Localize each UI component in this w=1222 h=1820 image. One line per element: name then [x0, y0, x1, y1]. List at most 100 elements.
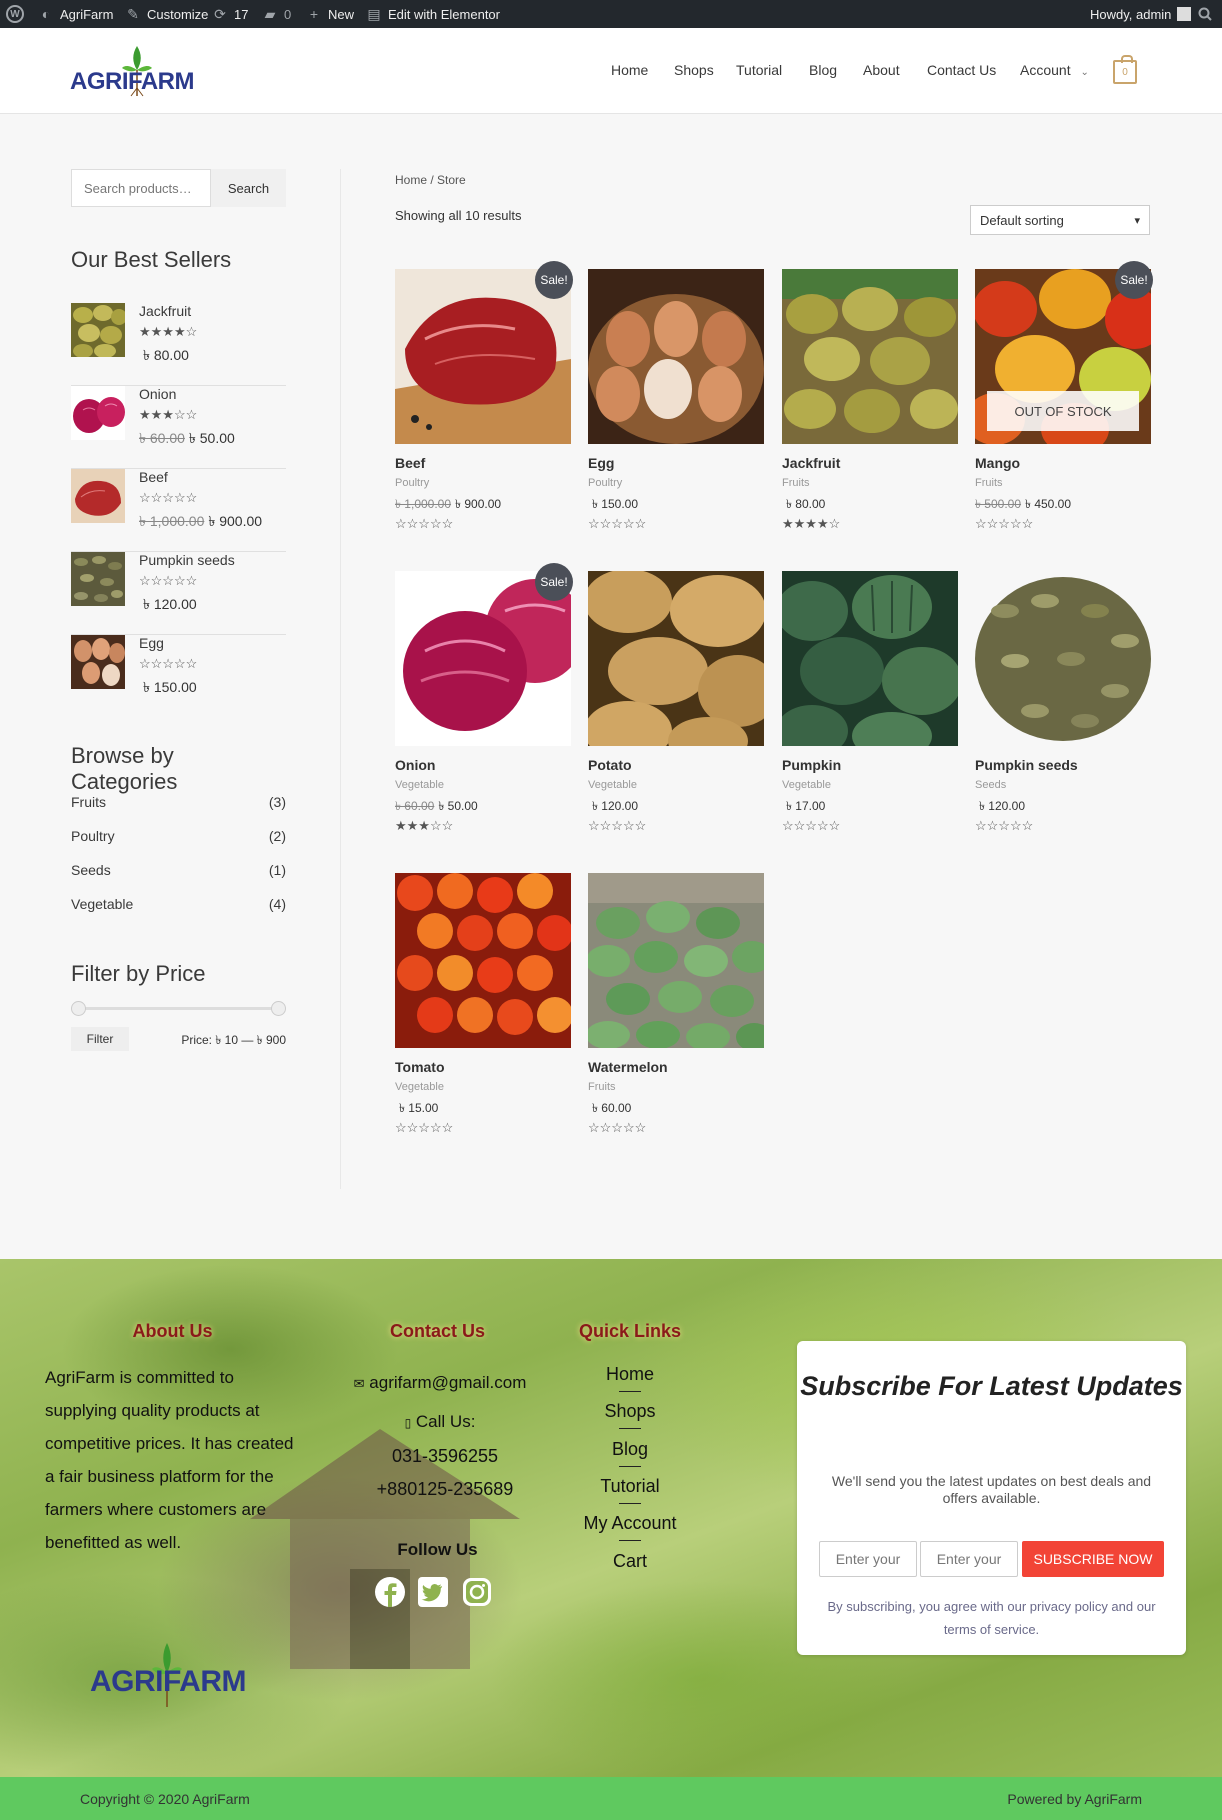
- nav-about[interactable]: About: [863, 62, 900, 78]
- subscribe-card: Subscribe For Latest Updates We'll send …: [797, 1341, 1186, 1655]
- product-card[interactable]: Sale! Onion Vegetable ৳ 60.00 ৳ 50.00 ★★★…: [395, 563, 573, 861]
- stars-icon: ★★★★☆: [782, 516, 841, 531]
- nav-home[interactable]: Home: [611, 62, 648, 78]
- best-seller-item[interactable]: Jackfruit ★★★★☆ ৳ 80.00: [71, 303, 286, 386]
- stars-icon: ☆☆☆☆☆: [588, 1120, 647, 1135]
- phone-2[interactable]: +880125-235689: [350, 1479, 540, 1500]
- stars-icon: ☆☆☆☆☆: [395, 1120, 454, 1135]
- product-card[interactable]: Jackfruit Fruits ৳ 80.00 ★★★★☆: [782, 269, 958, 559]
- slider-handle-min[interactable]: [71, 1001, 86, 1016]
- footer-link-blog[interactable]: Blog: [570, 1439, 690, 1460]
- stars-icon: ☆☆☆☆☆: [588, 818, 647, 833]
- product-card[interactable]: Watermelon Fruits ৳ 60.00 ☆☆☆☆☆: [588, 873, 764, 1163]
- phone-icon: ▯: [404, 1416, 412, 1430]
- product-card[interactable]: Sale! Beef Poultry ৳ 1,000.00 ৳ 900.00 ☆☆…: [395, 261, 573, 559]
- footer-logo[interactable]: AGRIFARM: [90, 1639, 260, 1709]
- nav-account[interactable]: Account ⌄: [1020, 62, 1089, 78]
- out-of-stock-label: OUT OF STOCK: [987, 391, 1139, 431]
- best-seller-item[interactable]: Beef ☆☆☆☆☆ ৳ 1,000.00 ৳ 900.00: [71, 469, 286, 552]
- footer-link-home[interactable]: Home: [570, 1364, 690, 1385]
- category-link-vegetable[interactable]: Vegetable (4): [71, 896, 286, 912]
- nav-shops[interactable]: Shops: [674, 62, 714, 78]
- star-rating: ☆☆☆☆☆: [395, 515, 453, 533]
- subscribe-terms[interactable]: By subscribing, you agree with our priva…: [817, 1595, 1166, 1641]
- best-seller-item[interactable]: Egg ☆☆☆☆☆ ৳ 150.00: [71, 635, 286, 718]
- product-card[interactable]: Egg Poultry ৳ 150.00 ☆☆☆☆☆: [588, 269, 764, 559]
- tomato-image: [395, 873, 571, 1048]
- about-title: About Us: [132, 1321, 213, 1341]
- instagram-icon[interactable]: [462, 1577, 492, 1607]
- filter-button[interactable]: Filter: [71, 1027, 129, 1051]
- jackfruit-thumbnail: [71, 303, 125, 357]
- category-link-fruits[interactable]: Fruits (3): [71, 794, 286, 810]
- product-card[interactable]: Tomato Vegetable ৳ 15.00 ☆☆☆☆☆: [395, 873, 571, 1163]
- beef-thumbnail: [71, 469, 125, 523]
- result-count: Showing all 10 results: [395, 208, 522, 223]
- nav-contact[interactable]: Contact Us: [927, 62, 996, 78]
- breadcrumb[interactable]: Home / Store: [395, 173, 466, 187]
- search-icon[interactable]: [1198, 0, 1212, 28]
- edit-elementor-link[interactable]: ▤ Edit with Elementor: [366, 0, 500, 28]
- product-card[interactable]: Sale! OUT OF STOCK Mango Fruits ৳ 500.00…: [975, 261, 1153, 559]
- categories-title: Browse by Categories: [71, 743, 178, 794]
- product-card[interactable]: Pumpkin seeds Seeds ৳ 120.00 ☆☆☆☆☆: [975, 571, 1151, 861]
- wordpress-logo-icon[interactable]: W: [6, 0, 24, 28]
- admin-site-link[interactable]: ◐ AgriFarm: [38, 0, 114, 28]
- star-rating: ★★★☆☆: [395, 817, 453, 835]
- phone-1[interactable]: 031-3596255: [350, 1446, 540, 1467]
- new-content-link[interactable]: + New: [306, 0, 354, 28]
- customize-link[interactable]: ✎ Customize: [125, 0, 208, 28]
- sort-select[interactable]: Default sorting ▾: [970, 205, 1150, 235]
- star-rating: ★★★★☆: [139, 323, 197, 341]
- email-link[interactable]: ✉ agrifarm@gmail.com: [350, 1373, 530, 1393]
- copyright-text: Copyright © 2020 AgriFarm: [80, 1791, 250, 1807]
- pumpkin-image: [782, 571, 958, 746]
- account-menu[interactable]: Howdy, admin: [1090, 0, 1192, 28]
- watermelon-image: [588, 873, 764, 1048]
- nav-tutorial[interactable]: Tutorial: [736, 62, 782, 78]
- chevron-down-icon: ▾: [1134, 214, 1140, 227]
- quick-links-title: Quick Links: [578, 1321, 682, 1341]
- subscribe-name-input[interactable]: Enter your: [819, 1541, 917, 1577]
- egg-image: [588, 269, 764, 444]
- stars-icon: ★★★☆☆: [139, 407, 198, 422]
- subscribe-email-input[interactable]: Enter your: [920, 1541, 1018, 1577]
- category-link-poultry[interactable]: Poultry (2): [71, 828, 286, 844]
- cart-icon[interactable]: 0: [1113, 55, 1137, 84]
- star-rating: ☆☆☆☆☆: [395, 1119, 453, 1137]
- admin-bar: W ◐ AgriFarm ✎ Customize ⟳ 17 ▰ 0 + New …: [0, 0, 1222, 28]
- dashboard-icon: ◐: [41, 6, 51, 22]
- stars-icon: ☆☆☆☆☆: [975, 818, 1034, 833]
- product-card[interactable]: Potato Vegetable ৳ 120.00 ☆☆☆☆☆: [588, 571, 764, 861]
- best-seller-item[interactable]: Onion ★★★☆☆ ৳ 60.00 ৳ 50.00: [71, 386, 286, 469]
- site-logo[interactable]: AGRIFARM: [70, 42, 202, 100]
- onion-thumbnail: [71, 386, 125, 440]
- star-rating: ☆☆☆☆☆: [139, 489, 197, 507]
- pumpkin-seeds-thumbnail: [71, 552, 125, 606]
- call-label: ▯ Call Us:: [404, 1412, 476, 1431]
- stars-icon: ☆☆☆☆☆: [139, 573, 198, 588]
- updates-link[interactable]: ⟳ 17: [212, 0, 248, 28]
- slider-track: [77, 1007, 277, 1010]
- product-search-input[interactable]: Search products…: [71, 169, 211, 207]
- best-sellers-title: Our Best Sellers: [71, 247, 232, 272]
- twitter-icon[interactable]: [418, 1577, 448, 1607]
- footer-link-tutorial[interactable]: Tutorial: [570, 1476, 690, 1497]
- subscribe-button[interactable]: SUBSCRIBE NOW: [1022, 1541, 1164, 1577]
- facebook-icon[interactable]: [375, 1577, 405, 1607]
- best-seller-item[interactable]: Pumpkin seeds ☆☆☆☆☆ ৳ 120.00: [71, 552, 286, 635]
- footer-link-shops[interactable]: Shops: [570, 1401, 690, 1422]
- search-button[interactable]: Search: [211, 169, 286, 207]
- star-rating: ☆☆☆☆☆: [139, 655, 197, 673]
- footer-link-cart[interactable]: Cart: [570, 1551, 690, 1572]
- footer-link-account[interactable]: My Account: [570, 1513, 690, 1534]
- nav-blog[interactable]: Blog: [809, 62, 837, 78]
- product-card[interactable]: Pumpkin Vegetable ৳ 17.00 ☆☆☆☆☆: [782, 571, 958, 861]
- comments-link[interactable]: ▰ 0: [262, 0, 292, 28]
- slider-handle-max[interactable]: [271, 1001, 286, 1016]
- sale-badge: Sale!: [1115, 261, 1153, 299]
- site-footer: About Us AgriFarm is committed to supply…: [0, 1259, 1222, 1777]
- elementor-icon: ▤: [367, 6, 381, 22]
- category-link-seeds[interactable]: Seeds (1): [71, 862, 286, 878]
- link-separator: [619, 1503, 641, 1504]
